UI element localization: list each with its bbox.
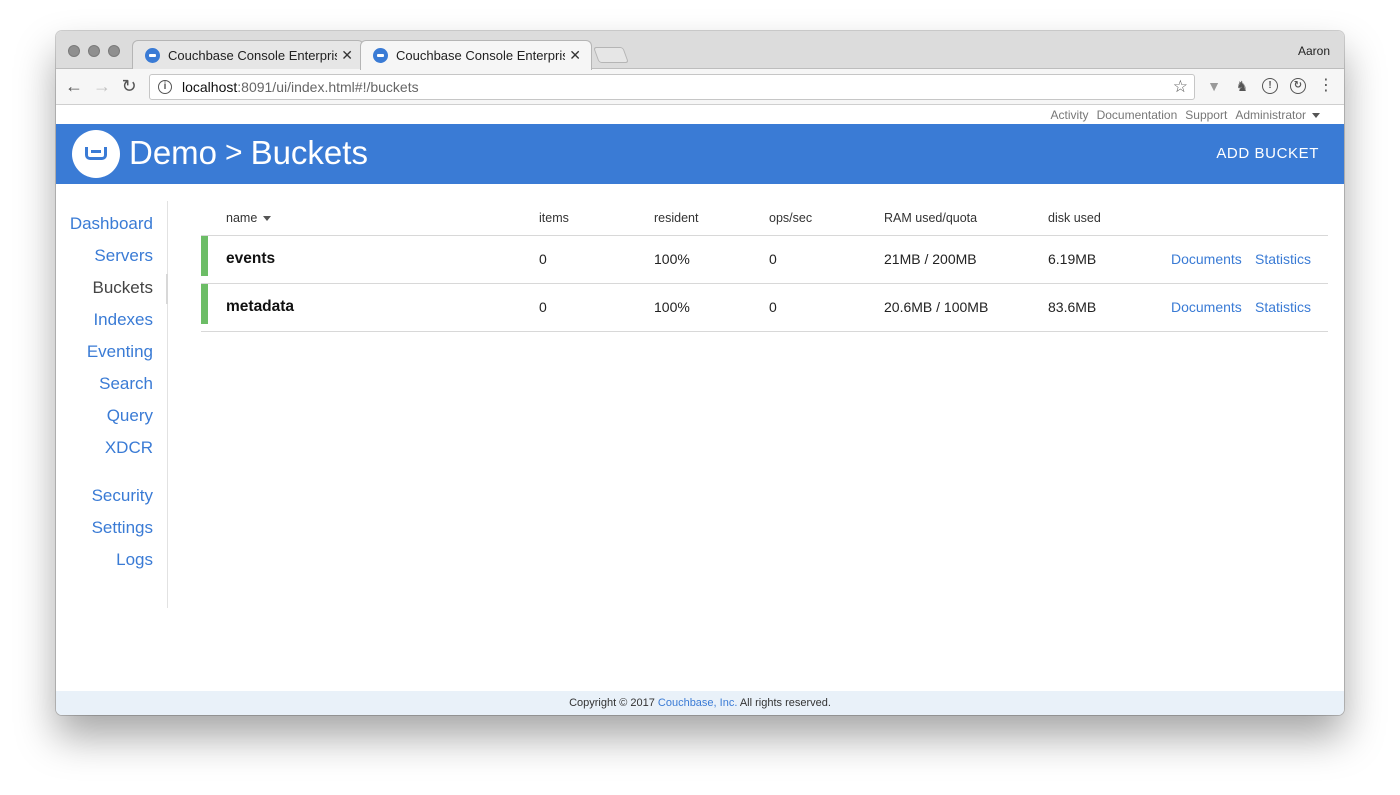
sidebar-item-logs[interactable]: Logs xyxy=(116,550,153,570)
sidebar-item-dashboard[interactable]: Dashboard xyxy=(70,214,153,234)
url-text: localhost:8091/ui/index.html#!/buckets xyxy=(182,79,419,95)
bucket-status-indicator xyxy=(201,284,208,324)
sidebar-nav: Dashboard Servers Buckets Indexes Eventi… xyxy=(56,201,168,608)
sidebar-item-settings[interactable]: Settings xyxy=(92,518,153,538)
evernote-icon[interactable]: ♞ xyxy=(1234,78,1250,94)
close-tab-icon[interactable]: ✕ xyxy=(341,47,353,64)
bucket-ops: 0 xyxy=(769,251,777,267)
caret-down-icon xyxy=(1312,113,1320,119)
couchbase-favicon-icon xyxy=(145,48,160,63)
bucket-name[interactable]: metadata xyxy=(226,298,294,316)
close-tab-icon[interactable]: ✕ xyxy=(569,47,581,64)
bucket-items: 0 xyxy=(539,299,547,315)
browser-tab-2[interactable]: Couchbase Console Enterprise ✕ xyxy=(360,40,592,70)
utility-nav: Activity Documentation Support Administr… xyxy=(56,105,1344,124)
bucket-items: 0 xyxy=(539,251,547,267)
tab-title: Couchbase Console Enterprise xyxy=(168,48,338,63)
couchbase-favicon-icon xyxy=(373,48,388,63)
vue-devtools-icon[interactable]: ▼ xyxy=(1206,78,1222,94)
bookmark-star-icon[interactable]: ☆ xyxy=(1173,77,1188,97)
sidebar-item-buckets[interactable]: Buckets xyxy=(93,278,153,298)
info-extension-icon[interactable]: ! xyxy=(1262,78,1278,94)
profile-name[interactable]: Aaron xyxy=(1298,44,1330,58)
info-icon[interactable]: i xyxy=(158,80,172,94)
support-link[interactable]: Support xyxy=(1185,108,1227,122)
tab-strip: Couchbase Console Enterprise ✕ Couchbase… xyxy=(56,31,1344,70)
bucket-ram: 21MB / 200MB xyxy=(884,251,977,267)
zoom-window-button[interactable] xyxy=(108,45,120,57)
administrator-menu[interactable]: Administrator xyxy=(1235,108,1320,122)
column-header-resident: resident xyxy=(654,211,699,225)
chevron-right-icon: > xyxy=(225,136,243,169)
sort-caret-icon xyxy=(263,216,272,222)
breadcrumb-cluster[interactable]: Demo xyxy=(129,134,217,172)
column-header-ops: ops/sec xyxy=(769,211,813,225)
bucket-resident: 100% xyxy=(654,299,690,315)
sidebar-active-indicator xyxy=(166,274,168,304)
browser-toolbar: ← → ↻ i localhost:8091/ui/index.html#!/b… xyxy=(56,69,1344,105)
address-bar[interactable]: i localhost:8091/ui/index.html#!/buckets… xyxy=(149,74,1195,100)
close-window-button[interactable] xyxy=(68,45,80,57)
sidebar-item-eventing[interactable]: Eventing xyxy=(87,342,153,362)
bucket-disk: 6.19MB xyxy=(1048,251,1097,267)
forward-arrow-icon[interactable]: → xyxy=(92,77,112,95)
sidebar-item-search[interactable]: Search xyxy=(99,374,153,394)
minimize-window-button[interactable] xyxy=(88,45,100,57)
sync-extension-icon[interactable]: ↻ xyxy=(1290,78,1306,94)
couchbase-logo-icon[interactable] xyxy=(72,130,120,178)
column-header-name[interactable]: name xyxy=(226,211,272,225)
bucket-ops: 0 xyxy=(769,299,777,315)
column-header-ram: RAM used/quota xyxy=(884,211,978,225)
sidebar-item-servers[interactable]: Servers xyxy=(94,246,153,266)
reload-icon[interactable]: ↻ xyxy=(119,77,139,95)
sidebar-item-security[interactable]: Security xyxy=(92,486,153,506)
documents-link[interactable]: Documents xyxy=(1171,299,1242,315)
sidebar-item-xdcr[interactable]: XDCR xyxy=(105,438,153,458)
table-divider xyxy=(201,331,1328,332)
new-tab-button[interactable] xyxy=(593,47,629,63)
kebab-menu-icon[interactable]: ⋮ xyxy=(1318,78,1334,94)
table-divider xyxy=(201,283,1328,284)
add-bucket-button[interactable]: ADD BUCKET xyxy=(1216,145,1319,162)
back-arrow-icon[interactable]: ← xyxy=(64,77,84,95)
bucket-disk: 83.6MB xyxy=(1048,299,1097,315)
activity-link[interactable]: Activity xyxy=(1051,108,1089,122)
page-footer: Copyright © 2017 Couchbase, Inc. All rig… xyxy=(56,691,1344,715)
tab-title: Couchbase Console Enterprise xyxy=(396,48,566,63)
bucket-resident: 100% xyxy=(654,251,690,267)
browser-window: Couchbase Console Enterprise ✕ Couchbase… xyxy=(56,31,1344,715)
column-header-items: items xyxy=(539,211,569,225)
bucket-name[interactable]: events xyxy=(226,250,275,268)
column-header-disk: disk used xyxy=(1048,211,1101,225)
documentation-link[interactable]: Documentation xyxy=(1097,108,1178,122)
bucket-status-indicator xyxy=(201,236,208,276)
page-header: Demo > Buckets ADD BUCKET xyxy=(56,124,1344,184)
sidebar-item-query[interactable]: Query xyxy=(107,406,153,426)
statistics-link[interactable]: Statistics xyxy=(1255,299,1311,315)
browser-tab-1[interactable]: Couchbase Console Enterprise ✕ xyxy=(132,40,364,70)
table-divider xyxy=(201,235,1328,236)
bucket-ram: 20.6MB / 100MB xyxy=(884,299,989,315)
breadcrumb: Demo > Buckets xyxy=(129,134,368,172)
couchbase-link[interactable]: Couchbase, Inc. xyxy=(658,697,738,709)
page-title: Buckets xyxy=(250,134,368,171)
documents-link[interactable]: Documents xyxy=(1171,251,1242,267)
statistics-link[interactable]: Statistics xyxy=(1255,251,1311,267)
sidebar-item-indexes[interactable]: Indexes xyxy=(93,310,153,330)
